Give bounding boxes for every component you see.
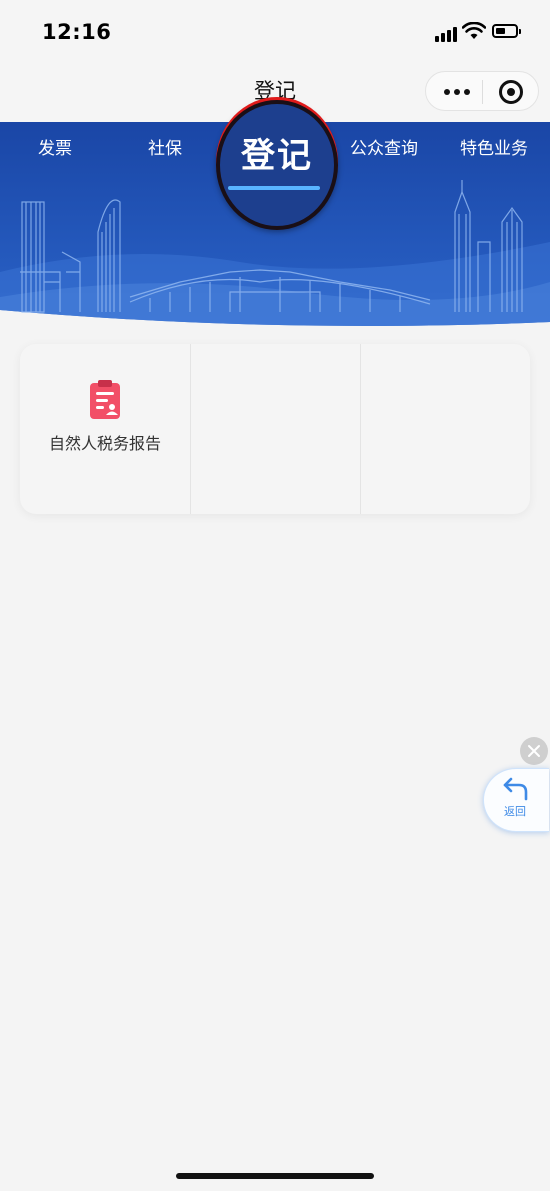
battery-tip — [519, 29, 521, 34]
close-float-button[interactable] — [520, 737, 548, 765]
service-item-empty — [190, 344, 361, 514]
tab-fapiao[interactable]: 发票 — [38, 134, 72, 159]
service-item-natural-person-tax-report[interactable]: 自然人税务报告 — [20, 344, 190, 514]
status-time: 12:16 — [42, 20, 112, 44]
return-arrow-icon — [503, 777, 528, 801]
mini-program-capsule — [425, 71, 539, 111]
report-clipboard-icon — [90, 380, 120, 419]
tab-special-business[interactable]: 特色业务 — [460, 134, 528, 159]
wifi-icon — [462, 22, 486, 39]
cellular-signal-icon — [435, 26, 457, 42]
capsule-divider — [482, 80, 483, 104]
service-item-empty — [360, 344, 530, 514]
tab-register-active[interactable]: 登记 — [216, 100, 338, 234]
tab-shebao[interactable]: 社保 — [148, 134, 182, 159]
tab-register-label: 登记 — [241, 136, 313, 176]
status-bar: 12:16 — [0, 0, 550, 64]
service-grid-card: 自然人税务报告 — [20, 344, 530, 514]
back-label: 返回 — [504, 805, 526, 818]
tab-public-query[interactable]: 公众查询 — [350, 134, 418, 159]
active-tab-underline — [228, 186, 320, 190]
home-indicator — [176, 1173, 374, 1179]
close-mini-program-icon[interactable] — [499, 80, 523, 104]
service-item-label: 自然人税务报告 — [48, 434, 161, 453]
more-icon[interactable] — [442, 83, 472, 99]
back-float-button[interactable]: 返回 — [483, 768, 549, 832]
close-icon — [528, 745, 540, 757]
battery-icon — [492, 24, 518, 38]
